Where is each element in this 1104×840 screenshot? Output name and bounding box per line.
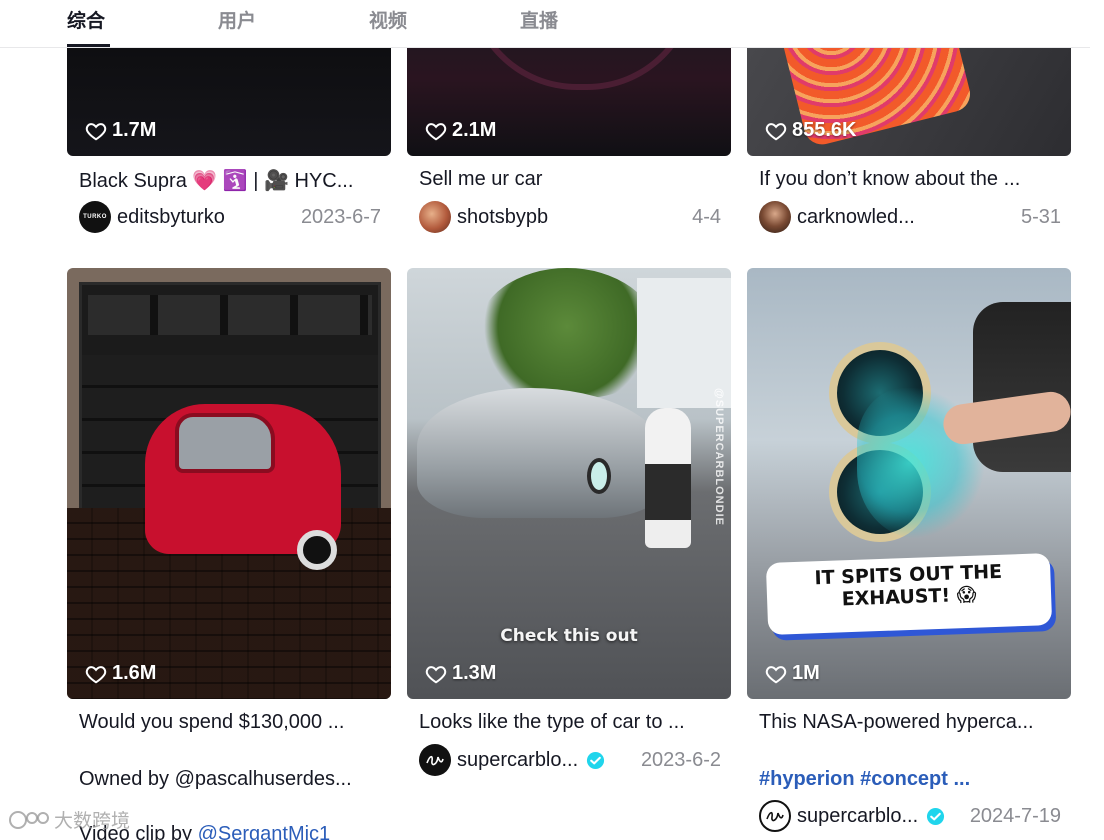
hashtag-line[interactable]: #hyperion #concept ...	[759, 768, 1064, 791]
video-title[interactable]: This NASA-powered hyperca...	[759, 711, 1064, 734]
heart-icon	[425, 122, 447, 140]
like-count-value: 2.1M	[452, 119, 497, 141]
like-count-value: 1.3M	[452, 662, 497, 684]
signature-logo-icon	[426, 755, 444, 766]
avatar[interactable]: TURKO	[79, 201, 111, 233]
post-date: 2023-6-7	[300, 205, 381, 228]
tree-shape	[477, 268, 657, 398]
car-window-shape	[175, 413, 275, 473]
tab-users[interactable]: 用户	[218, 6, 256, 33]
verified-badge-icon	[587, 751, 605, 769]
heart-icon	[85, 665, 107, 683]
like-count: 855.6K	[765, 119, 857, 142]
video-card[interactable]: 1.6M Would you spend $130,000 ... Owned …	[67, 268, 391, 840]
author-name[interactable]: supercarblo...	[797, 805, 918, 828]
mention-link[interactable]: @SergantMic1	[198, 823, 331, 840]
video-thumbnail[interactable]: 1.6M	[67, 268, 391, 699]
signature-logo-icon	[766, 811, 784, 822]
heart-icon	[765, 122, 787, 140]
heart-icon	[85, 122, 107, 140]
like-count-value: 1M	[792, 662, 820, 684]
heart-icon	[765, 665, 787, 683]
author-row: TURKO editsbyturko 2023-6-7	[79, 200, 381, 234]
caption-bubble: IT SPITS OUT THE EXHAUST! 😱	[765, 553, 1053, 635]
search-tabs: 综合 用户 视频 直播	[0, 0, 1090, 48]
video-title[interactable]: Black Supra 💗 🛐 | 🎥 HYC...	[79, 168, 384, 193]
watermark-text: 大数跨境	[54, 811, 131, 832]
video-thumbnail[interactable]: @SUPERCARBLONDIE Check this out 1.3M	[407, 268, 731, 699]
tab-videos[interactable]: 视频	[369, 6, 407, 33]
watermark-handle: @SUPERCARBLONDIE	[713, 388, 725, 526]
like-count-value: 1.7M	[112, 119, 157, 141]
post-date: 4-4	[692, 205, 721, 228]
video-title[interactable]: Would you spend $130,000 ...	[79, 711, 384, 734]
silver-car-body-shape	[417, 388, 667, 518]
watermark: 大数跨境	[8, 806, 130, 833]
video-card[interactable]: @SUPERCARBLONDIE Check this out 1.3M Loo…	[407, 268, 731, 788]
video-overlay-caption: Check this out	[500, 626, 638, 646]
video-description-line: Owned by @pascalhuserdes...	[79, 768, 352, 790]
author-name[interactable]: editsbyturko	[117, 206, 225, 229]
video-title[interactable]: If you don’t know about the ...	[759, 168, 1064, 191]
avatar-logo-text: TURKO	[83, 214, 107, 220]
avatar[interactable]	[759, 800, 791, 832]
person-shape	[645, 408, 691, 548]
like-count: 1M	[765, 662, 820, 685]
like-count: 2.1M	[425, 119, 496, 142]
heart-icon	[425, 665, 447, 683]
like-count: 1.7M	[85, 119, 156, 142]
verified-badge-icon	[927, 807, 945, 825]
author-row: shotsbypb 4-4	[419, 200, 721, 234]
video-card[interactable]: IT SPITS OUT THE EXHAUST! 😱 1M This NASA…	[747, 268, 1071, 840]
like-count: 1.6M	[85, 662, 156, 685]
watermark-logo-icon	[9, 810, 49, 829]
video-thumbnail[interactable]: IT SPITS OUT THE EXHAUST! 😱 1M	[747, 268, 1071, 699]
author-name[interactable]: shotsbypb	[457, 206, 548, 229]
post-date: 5-31	[1020, 205, 1061, 228]
video-title[interactable]: Sell me ur car	[419, 168, 724, 191]
author-row: carknowled... 5-31	[759, 200, 1061, 234]
author-row: supercarblo... 2023-6-2	[419, 743, 721, 777]
author-name[interactable]: supercarblo...	[457, 749, 578, 772]
wheel-shape	[297, 530, 337, 570]
avatar[interactable]	[419, 201, 451, 233]
like-count-value: 1.6M	[112, 662, 157, 684]
grille-shape	[973, 302, 1071, 472]
active-tab-indicator	[67, 44, 110, 47]
tab-all[interactable]: 综合	[67, 6, 105, 33]
like-count-value: 855.6K	[792, 119, 857, 141]
video-title[interactable]: Looks like the type of car to ...	[419, 711, 724, 734]
author-row: supercarblo... 2024-7-19	[759, 799, 1061, 833]
car-light-shape	[587, 458, 611, 494]
avatar[interactable]	[759, 201, 791, 233]
post-date: 2023-6-2	[640, 748, 721, 771]
like-count: 1.3M	[425, 662, 496, 685]
avatar[interactable]	[419, 744, 451, 776]
author-name[interactable]: carknowled...	[797, 206, 915, 229]
post-date: 2024-7-19	[969, 804, 1061, 827]
tab-live[interactable]: 直播	[520, 6, 558, 33]
